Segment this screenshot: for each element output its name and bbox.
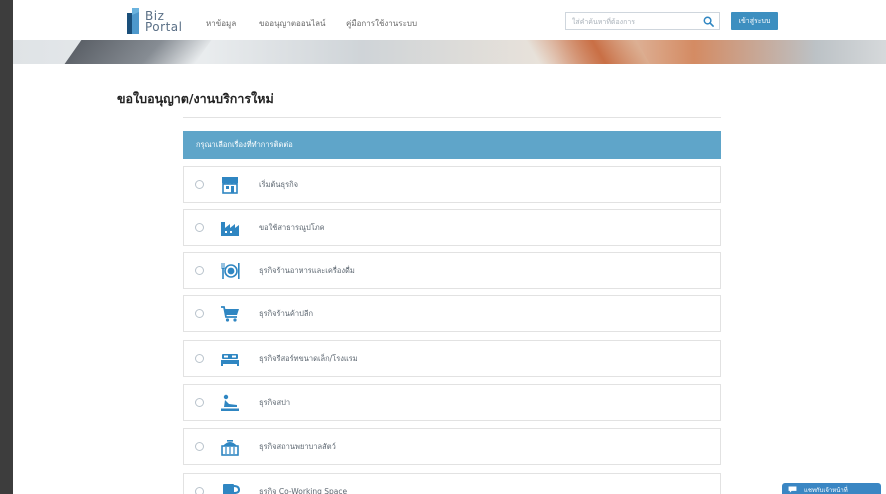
chat-bubble-icon [788,486,797,493]
logo-line-2: Portal [145,20,183,34]
hero-banner [13,40,886,64]
radio-button[interactable] [195,487,204,494]
search-icon[interactable] [703,16,714,27]
chat-with-staff-button[interactable]: แชทกับเจ้าหน้าที่ [782,483,881,494]
chat-label: แชทกับเจ้าหน้าที่ [804,487,848,494]
title-divider [183,117,721,118]
search-input[interactable] [572,16,692,27]
radio-button[interactable] [195,398,204,407]
radio-button[interactable] [195,354,204,363]
browser-viewport: Biz Portal หาข้อมูล ขออนุญาตออนไลน์ คู่ม… [13,0,886,494]
panel-heading: กรุณาเลือกเรื่องที่ทำการติดต่อ [183,131,721,159]
radio-button[interactable] [195,223,204,232]
radio-button[interactable] [195,266,204,275]
bed-icon [221,354,239,366]
storefront-icon [222,177,238,194]
option-label: เริ่มต้นธุรกิจ [259,180,299,189]
shopping-cart-icon [221,306,239,322]
option-restaurant[interactable]: ธุรกิจร้านอาหารและเครื่องดื่ม [183,252,721,289]
nav-user-manual[interactable]: คู่มือการใช้งานระบบ [346,17,417,30]
option-label: ธุรกิจสถานพยาบาลสัตว์ [259,442,336,451]
radio-button[interactable] [195,442,204,451]
page-title: ขอใบอนุญาต/งานบริการใหม่ [117,91,274,106]
option-label: ธุรกิจร้านค้าปลีก [259,309,314,318]
option-animal-clinic[interactable]: ธุรกิจสถานพยาบาลสัตว์ [183,428,721,465]
logo-wordmark: Biz Portal [145,10,183,34]
option-label: ธุรกิจ Co-Working Space [259,487,348,494]
option-label: ขอใช้สาธารณูปโภค [259,223,325,232]
logo-mark-icon [127,8,139,34]
option-start-business[interactable]: เริ่มต้นธุรกิจ [183,166,721,203]
coffee-cup-icon [223,484,240,494]
option-label: ธุรกิจสปา [259,398,291,407]
nav-online-license[interactable]: ขออนุญาตออนไลน์ [259,17,326,30]
option-retail[interactable]: ธุรกิจร้านค้าปลีก [183,295,721,332]
login-button[interactable]: เข้าสู่ระบบ [731,12,778,30]
option-spa[interactable]: ธุรกิจสปา [183,384,721,421]
spa-massage-icon [221,394,239,411]
top-header: Biz Portal หาข้อมูล ขออนุญาตออนไลน์ คู่ม… [13,0,886,40]
option-resort-hotel[interactable]: ธุรกิจรีสอร์ทขนาดเล็ก/โรงแรม [183,340,721,377]
dining-icon [221,263,240,279]
radio-button[interactable] [195,309,204,318]
factory-icon [221,222,239,236]
option-label: ธุรกิจร้านอาหารและเครื่องดื่ม [259,266,355,275]
option-co-working[interactable]: ธุรกิจ Co-Working Space [183,473,721,494]
option-label: ธุรกิจรีสอร์ทขนาดเล็ก/โรงแรม [259,354,358,363]
bizportal-logo[interactable]: Biz Portal [127,8,187,34]
pet-carrier-icon [221,440,239,456]
search-box [565,12,720,30]
radio-button[interactable] [195,180,204,189]
option-utilities[interactable]: ขอใช้สาธารณูปโภค [183,209,721,246]
nav-find-info[interactable]: หาข้อมูล [206,17,236,30]
